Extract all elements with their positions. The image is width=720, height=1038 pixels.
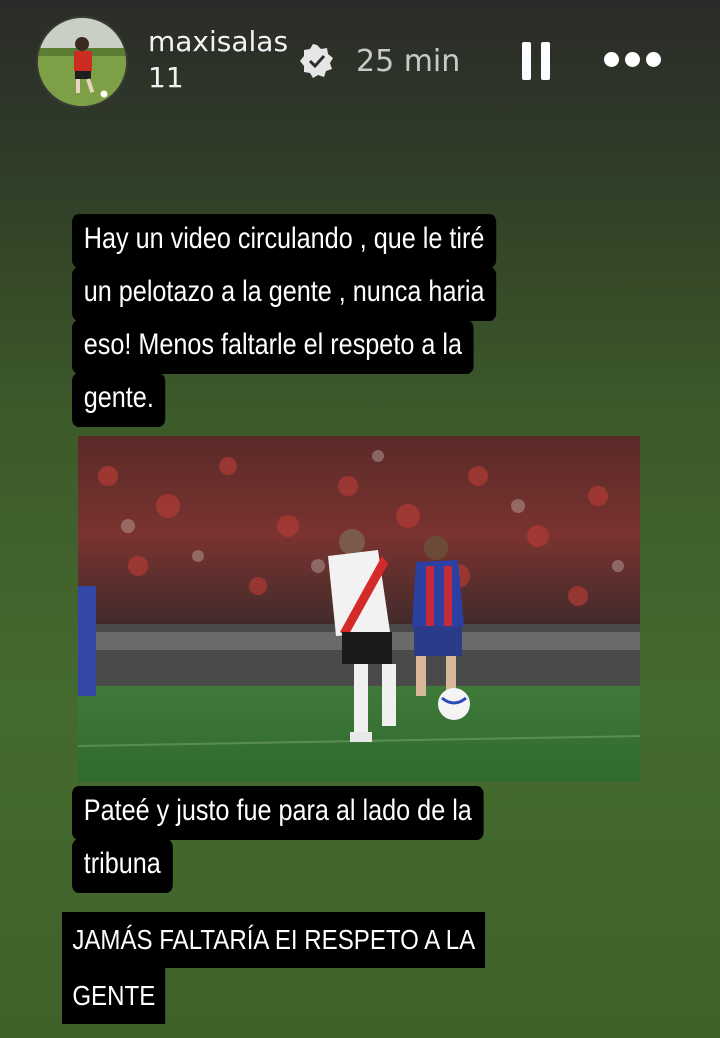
caption-line: tribuna [72,839,173,893]
caption-line: Hay un video circulando , que le tiré [72,214,497,268]
more-options-button[interactable] [600,40,664,80]
caption-line: Pateé y justo fue para al lado de la [72,786,484,840]
match-photo [78,436,640,782]
pause-button[interactable] [516,40,556,84]
story-caption-top: Hay un video circulando , que le tiré un… [72,214,632,427]
pause-icon [522,42,531,80]
username[interactable]: maxisalas11 [148,24,298,96]
story-caption-bottom: Pateé y justo fue para al lado de la tri… [72,786,632,893]
story-caption-caps: JAMÁS FALTARÍA EI RESPETO A LA GENTE [62,912,622,1024]
caps-line: JAMÁS FALTARÍA EI RESPETO A LA [62,912,486,968]
caption-line: un pelotazo a la gente , nunca haria [72,267,497,321]
more-options-icon [604,52,619,67]
post-timestamp: 25 min [356,44,461,79]
caption-line: eso! Menos faltarle el respeto a la [72,320,474,374]
caption-line: gente. [72,373,166,427]
profile-avatar[interactable] [36,16,128,108]
story-header: maxisalas11 25 min [0,0,720,120]
verified-badge-icon [300,44,333,78]
caps-line: GENTE [62,968,166,1024]
